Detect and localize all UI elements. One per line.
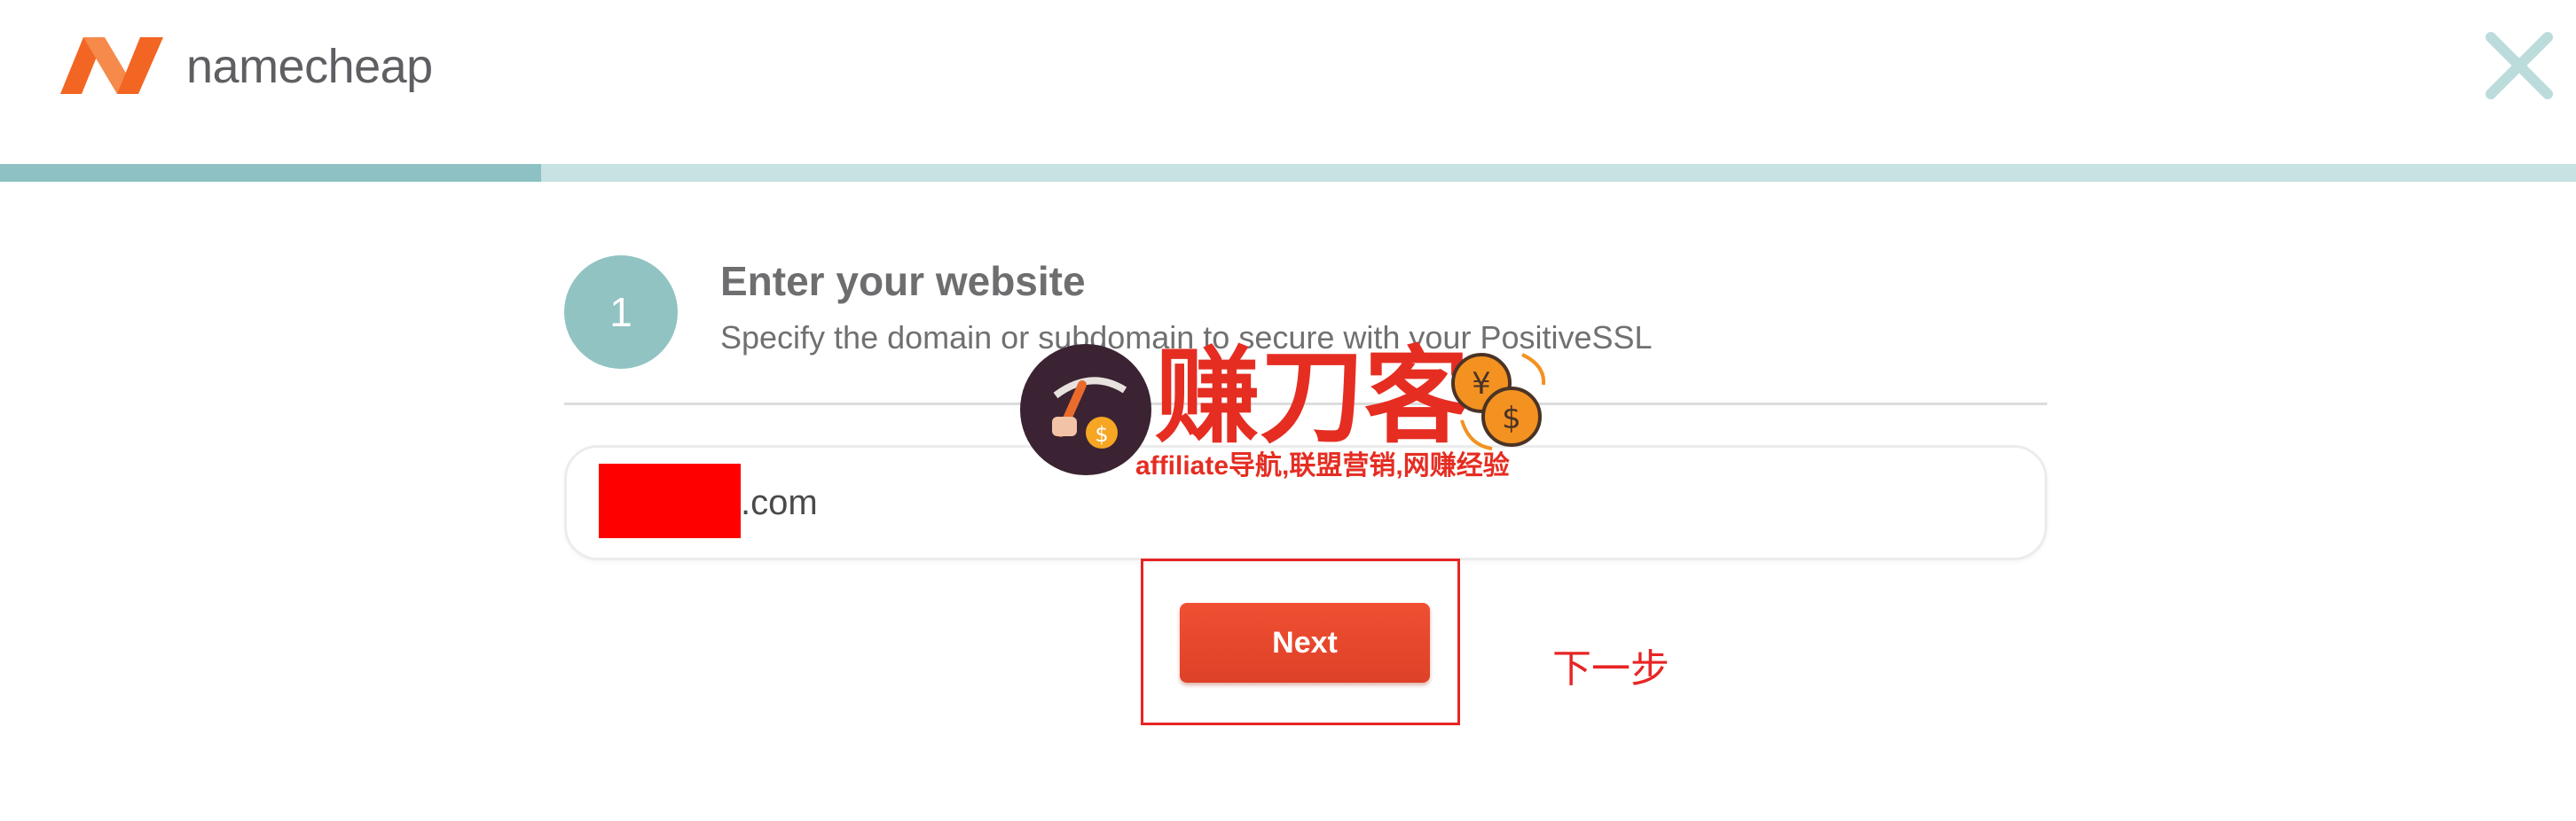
pickaxe-coin-icon: $ <box>1020 344 1151 475</box>
svg-text:$: $ <box>1095 422 1108 447</box>
domain-input-value: .com <box>741 483 818 522</box>
progress-bar <box>0 164 2576 182</box>
svg-text:¥: ¥ <box>1472 366 1491 402</box>
annotation-label: 下一步 <box>1552 647 1669 691</box>
close-icon[interactable] <box>2484 30 2555 101</box>
header: namecheap <box>0 0 2576 164</box>
step-number-badge: 1 <box>564 255 678 369</box>
step-title: Enter your website <box>720 258 1086 304</box>
watermark-title: 赚刀客 <box>1155 339 1470 456</box>
brand-name[interactable]: namecheap <box>186 39 433 94</box>
watermark: $ 赚刀客 affiliate导航,联盟营销,网赚经验 ¥ $ <box>1020 344 1552 486</box>
next-button[interactable]: Next <box>1180 603 1430 683</box>
progress-fill <box>0 164 541 182</box>
redacted-domain-mask <box>599 464 741 538</box>
yen-coin-icon: ¥ $ <box>1451 353 1546 450</box>
namecheap-n-logo-icon[interactable] <box>53 30 170 99</box>
svg-text:$: $ <box>1502 401 1521 436</box>
